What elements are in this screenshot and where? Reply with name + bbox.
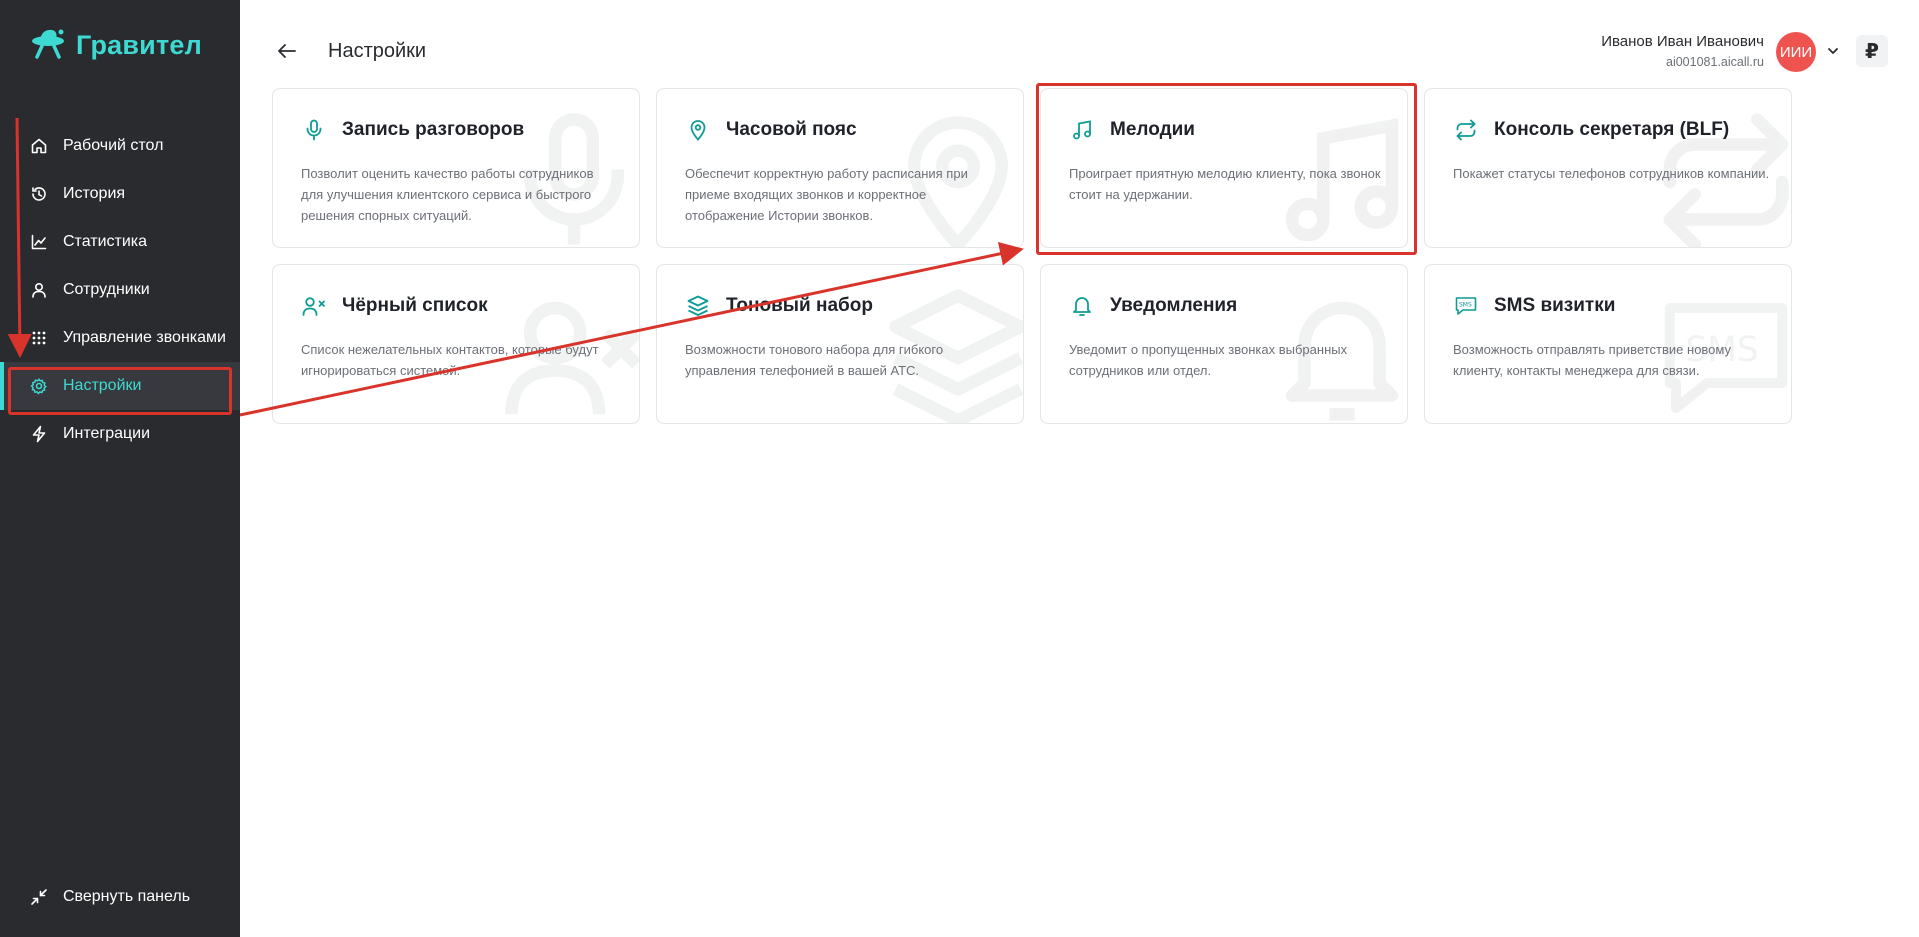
chevron-down-icon[interactable] [1826,44,1840,58]
card-description: Возможность отправлять приветствие новом… [1453,342,1731,378]
user-icon [30,281,48,299]
sidebar-item-label: Настройки [63,377,142,394]
sidebar-item-label: Интеграции [63,425,151,442]
card-sms-business-cards[interactable]: SMS SMS SMS визитки Возможность отправля… [1424,264,1792,424]
microphone-icon [301,117,327,143]
card-title: Тоновый набор [726,295,873,316]
home-icon [30,137,48,155]
sidebar-item-settings[interactable]: Настройки [0,362,240,410]
card-title: SMS визитки [1494,295,1616,316]
back-arrow-icon[interactable] [276,40,298,62]
user-login: ai001081.aicall.ru [1666,55,1764,69]
logo[interactable]: Гравител [28,26,202,65]
card-call-recording[interactable]: Запись разговоров Позволит оценить качес… [272,88,640,248]
card-description: Позволит оценить качество работы сотрудн… [301,166,594,223]
music-note-icon [1069,117,1095,143]
page-title: Настройки [328,40,427,62]
sidebar-item-label: Рабочий стол [63,137,164,154]
card-title: Чёрный список [342,295,488,316]
card-description: Обеспечит корректную работу расписания п… [685,166,968,223]
card-blacklist[interactable]: Чёрный список Список нежелательных конта… [272,264,640,424]
card-description: Проиграет приятную мелодию клиенту, пока… [1069,166,1381,202]
card-melodies[interactable]: Мелодии Проиграет приятную мелодию клиен… [1040,88,1408,248]
sidebar-item-label: Статистика [63,233,148,250]
map-pin-icon [685,117,711,143]
sidebar-item-call-management[interactable]: Управление звонками [0,314,240,362]
card-notifications[interactable]: Уведомления Уведомит о пропущенных звонк… [1040,264,1408,424]
card-description: Возможности тонового набора для гибкого … [685,342,944,378]
sidebar-item-history[interactable]: История [0,170,240,218]
collapse-panel-button[interactable]: Свернуть панель [30,888,190,906]
bell-icon [1069,293,1095,319]
logo-text: Гравител [76,30,202,60]
lightning-icon [30,425,48,443]
history-icon [30,185,48,203]
sms-icon: SMS [1453,293,1479,319]
collapse-icon [30,888,48,906]
avatar[interactable]: ИИИ [1776,32,1816,72]
user-name: Иванов Иван Иванович [1601,33,1764,50]
card-title: Мелодии [1110,119,1195,140]
sidebar-item-statistics[interactable]: Статистика [0,218,240,266]
dialpad-icon [30,329,48,347]
settings-grid: Запись разговоров Позволит оценить качес… [272,88,1793,424]
card-secretary-console[interactable]: Консоль секретаря (BLF) Покажет статусы … [1424,88,1792,248]
sidebar-item-label: Управление звонками [63,329,226,346]
sidebar-item-label: История [63,185,126,202]
svg-text:SMS: SMS [1459,302,1472,309]
sidebar-item-label: Сотрудники [63,281,150,298]
chart-icon [30,233,48,251]
card-description: Список нежелательных контактов, которые … [301,342,599,378]
sidebar-item-employees[interactable]: Сотрудники [0,266,240,314]
card-description: Покажет статусы телефонов сотрудников ко… [1453,166,1770,181]
sidebar: Гравител Рабочий стол История Статистика… [0,0,240,937]
collapse-panel-label: Свернуть панель [63,888,191,905]
card-timezone[interactable]: Часовой пояс Обеспечит корректную работу… [656,88,1024,248]
gear-icon [30,377,48,395]
sidebar-item-integrations[interactable]: Интеграции [0,410,240,458]
balance-button[interactable]: ₽ [1856,35,1888,67]
gravitel-logo-icon [28,26,68,65]
sidebar-nav: Рабочий стол История Статистика Сотрудни… [0,122,240,458]
card-title: Часовой пояс [726,119,857,140]
user-info[interactable]: Иванов Иван Иванович ai001081.aicall.ru [1601,33,1764,69]
repeat-arrows-icon [1453,117,1479,143]
user-x-icon [301,293,327,319]
card-description: Уведомит о пропущенных звонках выбранных… [1069,342,1348,378]
card-title: Консоль секретаря (BLF) [1494,119,1730,140]
card-title: Уведомления [1110,295,1238,316]
card-tone-dialing[interactable]: Тоновый набор Возможности тонового набор… [656,264,1024,424]
card-title: Запись разговоров [342,119,525,140]
layers-icon [685,293,711,319]
sidebar-item-desktop[interactable]: Рабочий стол [0,122,240,170]
